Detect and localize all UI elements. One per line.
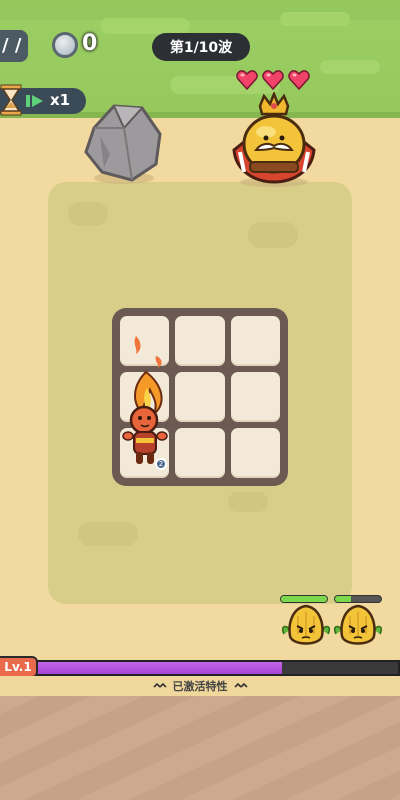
boss-hearts (236, 70, 316, 92)
enemy-hp-bar (280, 595, 328, 603)
board-cell[interactable] (175, 316, 225, 366)
hero-level-badge: 2 (155, 458, 167, 470)
board-cell[interactable] (230, 428, 280, 478)
traits-label: 已激活特性 (172, 680, 228, 693)
hourglass-icon (0, 84, 22, 116)
coin-count: 0 (82, 31, 98, 56)
heart-icon (236, 70, 258, 90)
fire-hero[interactable] (120, 332, 174, 472)
chevron-up-icon (233, 682, 248, 688)
xp-bar (36, 660, 400, 676)
board-cell[interactable] (230, 372, 280, 422)
king-boss (232, 92, 316, 187)
sprout-enemy-icon (333, 604, 383, 645)
active-traits-toggle[interactable]: 已激活特性 (0, 676, 400, 696)
board-cell[interactable] (175, 428, 225, 478)
board-cell[interactable] (175, 372, 225, 422)
enemy-hp-bar (334, 595, 382, 603)
xp-fill (36, 662, 283, 674)
chevron-up-icon (152, 682, 167, 688)
heart-icon (288, 70, 310, 90)
dirt-ground (0, 690, 400, 800)
wave-indicator: 第1/10波 (152, 33, 250, 61)
player-level: Lv.1 (0, 656, 38, 678)
rock-obstacle (84, 104, 162, 184)
heart-icon (262, 70, 284, 90)
speed-label[interactable]: x1 (50, 91, 70, 109)
board-cell[interactable] (230, 316, 280, 366)
sprout-enemy-icon (281, 604, 331, 645)
pause-icon[interactable]: / / (2, 35, 21, 56)
coin-icon (52, 32, 78, 58)
game-stage: / / 0 第1/10波 x1 2 Lv.1 已激活特性 (0, 0, 400, 800)
fast-forward-icon[interactable] (26, 94, 44, 108)
